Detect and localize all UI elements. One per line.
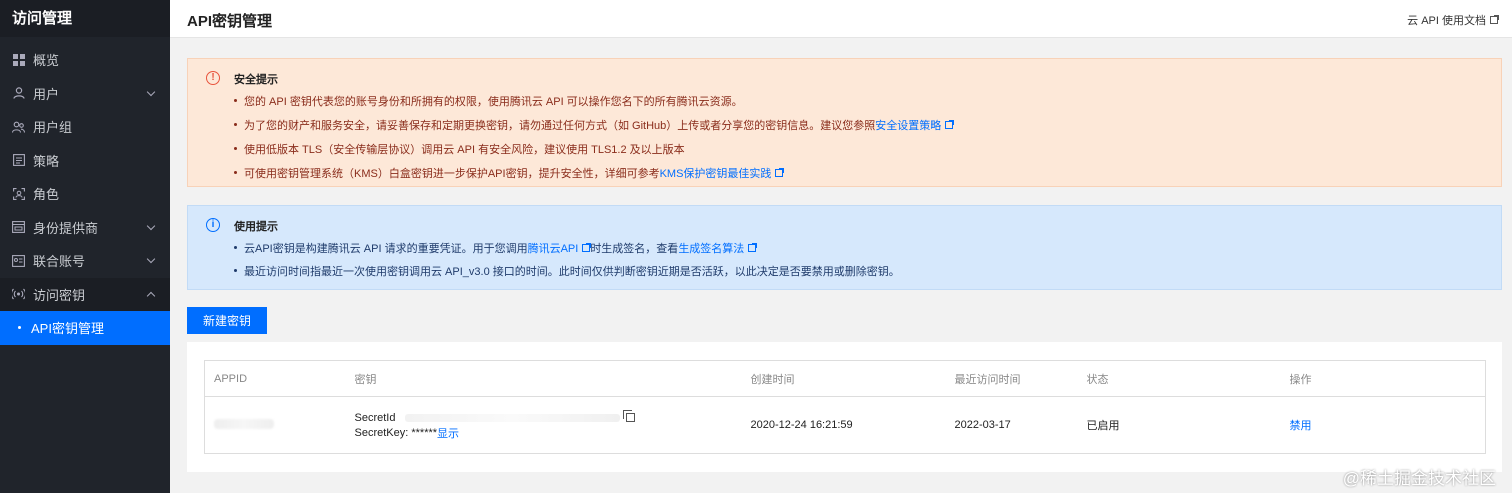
- security-policy-link[interactable]: 安全设置策略: [875, 120, 941, 132]
- copy-icon[interactable]: [623, 410, 636, 422]
- sidebar-item-identity-providers[interactable]: 身份提供商: [0, 211, 170, 245]
- secret-id-line: SecretId: [355, 410, 742, 425]
- security-alert-item: 您的 API 密钥代表您的账号身份和所拥有的权限，使用腾讯云 API 可以操作您…: [234, 93, 1501, 117]
- column-header-status: 状态: [1077, 360, 1281, 397]
- watermark: @稀土掘金技术社区: [1342, 469, 1496, 488]
- chevron-down-icon: [146, 87, 156, 96]
- external-link-icon: [748, 243, 758, 252]
- sidebar-item-label: 概览: [33, 53, 60, 69]
- sidebar-item-label: 策略: [33, 153, 60, 169]
- secret-cell: SecretId SecretKey: ****** 显示: [346, 397, 742, 454]
- sidebar-item-users[interactable]: 用户: [0, 77, 170, 111]
- security-alert-item: 为了您的财产和服务安全，请妥善保存和定期更换密钥，请勿通过任何方式（如 GitH…: [234, 117, 1501, 141]
- sidebar-item-policies[interactable]: 策略: [0, 144, 170, 178]
- column-header-appid: APPID: [204, 360, 346, 397]
- secret-key-line: SecretKey: ****** 显示: [355, 425, 742, 440]
- sidebar-item-roles[interactable]: 角色: [0, 177, 170, 211]
- main-content: API密钥管理 云 API 使用文档 ! 安全提示 您的 API 密钥代表您的账…: [170, 0, 1512, 493]
- chevron-down-icon: [146, 221, 156, 230]
- chevron-up-icon: [146, 291, 156, 300]
- created-time-cell: 2020-12-24 16:21:59: [750, 419, 853, 431]
- secret-key-label: SecretKey: ******: [354, 426, 438, 439]
- signature-algorithm-link[interactable]: 生成签名算法: [678, 243, 744, 255]
- usage-alert-title: 使用提示: [234, 221, 278, 233]
- federated-account-icon: [12, 254, 25, 267]
- security-alert-item: 使用低版本 TLS（安全传输层协议）调用云 API 有安全风险，建议使用 TLS…: [234, 141, 1501, 165]
- last-access-cell: 2022-03-17: [954, 419, 1011, 431]
- usage-alert: i 使用提示 云API密钥是构建腾讯云 API 请求的重要凭证。用于您调用腾讯云…: [187, 205, 1502, 290]
- grid-icon: [12, 53, 25, 66]
- disable-key-link[interactable]: 禁用: [1290, 420, 1312, 432]
- appid-cell: [205, 397, 346, 454]
- sidebar-item-label: 联合账号: [33, 254, 86, 270]
- api-docs-link[interactable]: 云 API 使用文档: [1407, 12, 1499, 28]
- external-link-icon: [945, 120, 955, 129]
- usage-alert-item: 云API密钥是构建腾讯云 API 请求的重要凭证。用于您调用腾讯云API 时生成签…: [234, 240, 1501, 263]
- column-header-created: 创建时间: [741, 360, 946, 397]
- show-secret-link[interactable]: 显示: [437, 425, 459, 441]
- security-alert-title: 安全提示: [234, 74, 278, 86]
- chevron-down-icon: [146, 254, 156, 264]
- sidebar-item-access-keys[interactable]: 访问密钥: [0, 277, 170, 311]
- table-header-row: APPID 密钥 创建时间 最近访问时间 状态 操作: [204, 360, 1486, 397]
- sidebar: 访问管理 概览 用户 用户组 策略 角色 身份提供商 联合账号 访问密钥 API…: [0, 0, 170, 493]
- sidebar-title: 访问管理: [0, 0, 170, 37]
- sidebar-item-overview[interactable]: 概览: [0, 43, 170, 77]
- usage-alert-item: 最近访问时间指最近一次使用密钥调用云 API_v3.0 接口的时间。此时间仅供判…: [234, 263, 1501, 286]
- secret-id-redacted: [405, 413, 621, 422]
- keys-table-card: APPID 密钥 创建时间 最近访问时间 状态 操作 SecretId Secr…: [187, 342, 1502, 472]
- sidebar-item-label: 用户: [33, 86, 60, 102]
- column-header-secret: 密钥: [345, 360, 742, 397]
- table-row: SecretId SecretKey: ****** 显示 2020-12-24…: [205, 397, 1486, 454]
- identity-provider-icon: [12, 221, 25, 234]
- api-docs-link-label: 云 API 使用文档: [1407, 15, 1486, 27]
- create-key-button[interactable]: 新建密钥: [187, 307, 267, 334]
- sidebar-item-user-groups[interactable]: 用户组: [0, 110, 170, 144]
- external-link-icon: [775, 168, 785, 177]
- key-signal-icon: [12, 288, 25, 301]
- column-header-last-access: 最近访问时间: [945, 360, 1078, 397]
- sidebar-item-label: 访问密钥: [33, 287, 86, 303]
- sidebar-item-api-key-management[interactable]: API密钥管理: [0, 311, 170, 345]
- bullet-icon: [18, 326, 21, 330]
- sidebar-item-label: 用户组: [33, 120, 73, 136]
- tencent-cloud-api-link[interactable]: 腾讯云API: [528, 243, 579, 255]
- sidebar-item-federated-accounts[interactable]: 联合账号: [0, 244, 170, 278]
- sidebar-item-label: API密钥管理: [31, 321, 104, 337]
- status-badge: 已启用: [1086, 420, 1120, 432]
- external-link-icon: [582, 243, 592, 252]
- external-link-icon: [1490, 15, 1499, 24]
- sidebar-item-label: 角色: [33, 187, 60, 203]
- info-icon: i: [206, 218, 220, 232]
- header: API密钥管理 云 API 使用文档: [170, 0, 1512, 38]
- security-alert-item: 可使用密钥管理系统（KMS）白盒密钥进一步保护API密钥，提升安全性，详细可参考…: [234, 165, 1501, 189]
- kms-best-practice-link[interactable]: KMS保护密钥最佳实践: [660, 168, 772, 180]
- warning-icon: !: [206, 71, 220, 85]
- page-title: API密钥管理: [187, 13, 273, 30]
- user-icon: [12, 87, 25, 100]
- secret-id-label: SecretId: [354, 411, 396, 424]
- role-icon: [12, 187, 25, 200]
- keys-table: APPID 密钥 创建时间 最近访问时间 状态 操作 SecretId Secr…: [204, 360, 1486, 454]
- sidebar-item-label: 身份提供商: [33, 220, 99, 236]
- appid-redacted: [214, 418, 274, 429]
- policy-icon: [12, 154, 25, 167]
- users-icon: [12, 120, 25, 133]
- security-alert: ! 安全提示 您的 API 密钥代表您的账号身份和所拥有的权限，使用腾讯云 AP…: [187, 58, 1502, 187]
- action-cell: 禁用: [1281, 397, 1486, 454]
- column-header-action: 操作: [1280, 360, 1486, 397]
